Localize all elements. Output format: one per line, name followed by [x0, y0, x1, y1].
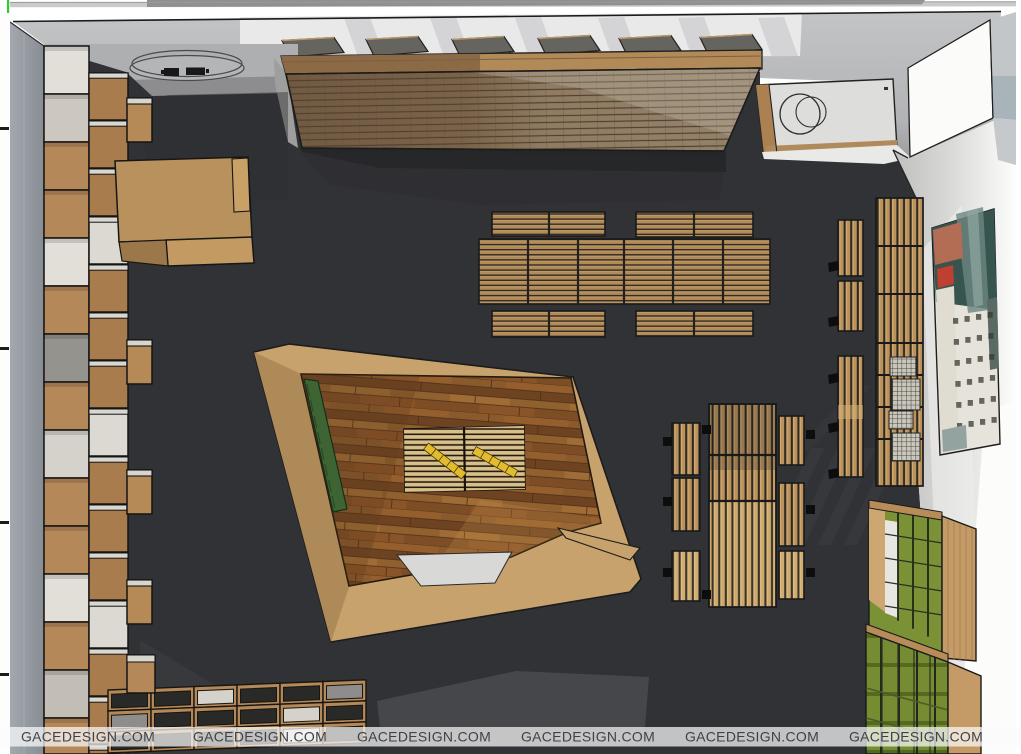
svg-text:GACEDESIGN.COM: GACEDESIGN.COM	[21, 729, 155, 745]
svg-text:GACEDESIGN.COM: GACEDESIGN.COM	[849, 729, 983, 745]
svg-text:GACEDESIGN.COM: GACEDESIGN.COM	[357, 729, 491, 745]
svg-text:GACEDESIGN.COM: GACEDESIGN.COM	[685, 729, 819, 745]
svg-text:GACEDESIGN.COM: GACEDESIGN.COM	[193, 729, 327, 745]
svg-text:GACEDESIGN.COM: GACEDESIGN.COM	[521, 729, 655, 745]
